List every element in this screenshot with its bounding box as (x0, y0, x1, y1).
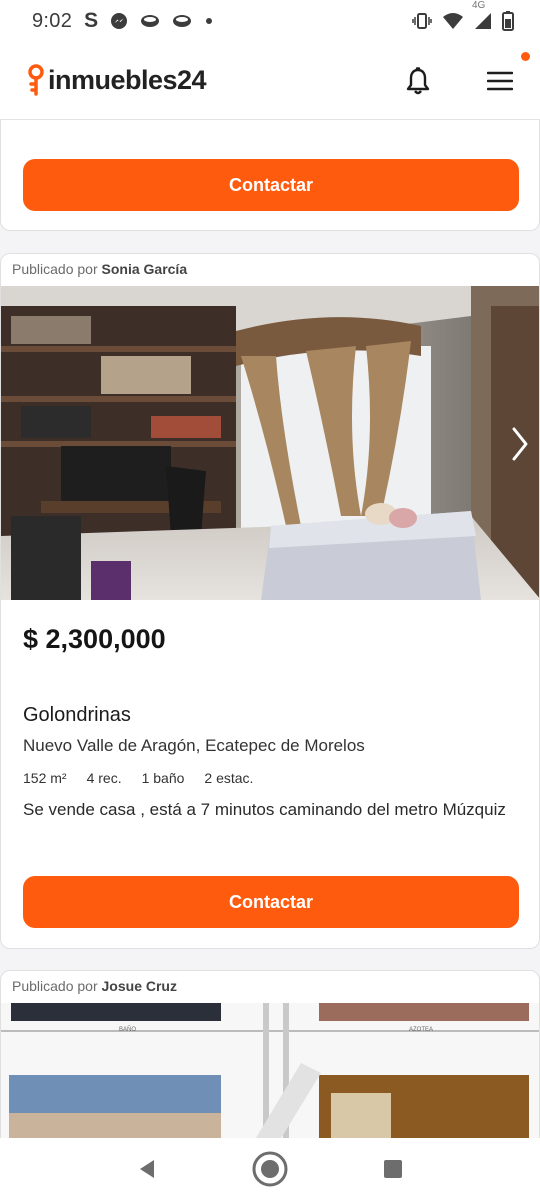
listing-title[interactable]: Golondrinas (23, 704, 131, 727)
listing-photo[interactable] (1, 286, 539, 600)
wifi-icon (443, 13, 463, 29)
listing-description: Se vende casa , está a 7 minutos caminan… (23, 800, 506, 819)
listing-card: Publicado por Josue Cruz BAÑO AZOTEA (0, 970, 540, 1138)
cup-icon (173, 15, 192, 27)
listing-photo[interactable]: BAÑO AZOTEA (1, 1003, 539, 1138)
hamburger-icon (487, 71, 513, 90)
menu-button[interactable] (480, 51, 530, 96)
listing-features: 152 m² 4 rec. 1 baño 2 estac. (23, 770, 253, 786)
battery-icon (502, 11, 514, 31)
publisher-name: Sonia García (101, 261, 188, 277)
chevron-right-icon[interactable] (511, 426, 529, 462)
app-header: inmuebles24 (0, 42, 540, 120)
contact-button[interactable]: Contactar (23, 876, 519, 928)
notification-dot (521, 51, 530, 61)
feature-parking: 2 estac. (204, 770, 254, 786)
listing-card: Publicado por Sonia García $ 2,300,000 G… (0, 253, 540, 949)
vibrate-icon (412, 13, 432, 29)
plan-label: BAÑO (119, 1027, 137, 1033)
back-icon[interactable] (136, 1158, 158, 1180)
feature-rooms: 4 rec. (86, 770, 122, 786)
recents-icon[interactable] (382, 1158, 404, 1180)
listing-feed[interactable]: Contactar Publicado por Sonia García $ 2… (0, 120, 540, 1138)
published-by: Publicado por Josue Cruz (12, 978, 177, 994)
floorplan-photo (1, 1003, 539, 1138)
network-label: 4G (472, 0, 486, 11)
room-photo (1, 286, 539, 600)
logo-text: inmuebles24 (48, 65, 207, 95)
bell-icon[interactable] (406, 66, 430, 95)
contact-button[interactable]: Contactar (23, 159, 519, 211)
published-prefix: Publicado por (12, 261, 98, 277)
logo-key-icon (28, 63, 44, 96)
published-by: Publicado por Sonia García (12, 261, 187, 277)
home-icon[interactable] (251, 1150, 289, 1188)
logo[interactable]: inmuebles24 (26, 63, 207, 98)
dot-icon (206, 18, 213, 24)
signal-icon (475, 13, 491, 29)
listing-location: Nuevo Valle de Aragón, Ecatepec de Morel… (23, 736, 365, 755)
s-letter-icon: S (84, 9, 99, 32)
feature-bathrooms: 1 baño (141, 770, 185, 786)
listing-price: $ 2,300,000 (23, 624, 166, 654)
system-nav-bar (0, 1138, 540, 1200)
status-bar: 9:02 S 4G (0, 0, 540, 42)
feature-area: 152 m² (23, 770, 67, 786)
status-time: 9:02 (32, 9, 73, 32)
listing-card: Contactar (0, 120, 540, 231)
published-prefix: Publicado por (12, 978, 98, 994)
plan-label: AZOTEA (409, 1027, 434, 1033)
cup-icon (141, 15, 160, 27)
messenger-icon (111, 13, 128, 29)
publisher-name: Josue Cruz (101, 978, 177, 994)
